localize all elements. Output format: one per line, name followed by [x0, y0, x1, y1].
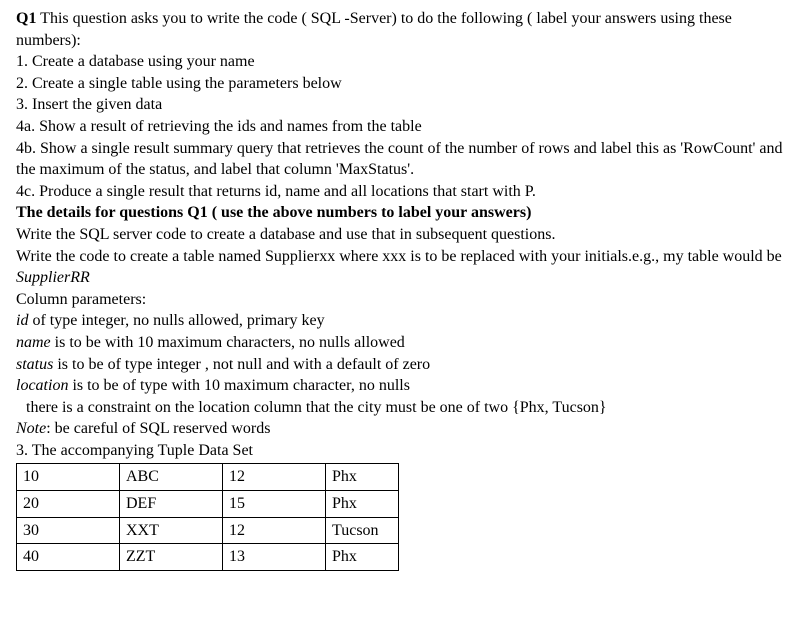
detail-line-10: 3. The accompanying Tuple Data Set — [16, 440, 792, 462]
details-heading: The details for questions Q1 ( use the a… — [16, 202, 792, 224]
table-row: 10 ABC 12 Phx — [17, 464, 399, 491]
cell-id: 40 — [17, 544, 120, 571]
detail-line-9: Note: be careful of SQL reserved words — [16, 418, 792, 440]
note-label: Note — [16, 420, 46, 437]
cell-id: 20 — [17, 491, 120, 518]
col-name-desc: is to be with 10 maximum characters, no … — [51, 334, 405, 351]
cell-id: 30 — [17, 517, 120, 544]
col-status-desc: is to be of type integer , not null and … — [53, 356, 430, 373]
cell-status: 12 — [223, 464, 326, 491]
cell-location: Phx — [326, 491, 399, 518]
tuple-data-table: 10 ABC 12 Phx 20 DEF 15 Phx 30 XXT 12 Tu… — [16, 463, 399, 570]
detail-line-3: Column parameters: — [16, 289, 792, 311]
table-row: 30 XXT 12 Tucson — [17, 517, 399, 544]
col-id: id — [16, 312, 28, 329]
q1-intro-line: Q1 This question asks you to write the c… — [16, 8, 792, 51]
cell-location: Tucson — [326, 517, 399, 544]
item-1: 1. Create a database using your name — [16, 51, 792, 73]
item-4a: 4a. Show a result of retrieving the ids … — [16, 116, 792, 138]
detail-line-7: location is to be of type with 10 maximu… — [16, 375, 792, 397]
item-3: 3. Insert the given data — [16, 94, 792, 116]
detail-line-5: name is to be with 10 maximum characters… — [16, 332, 792, 354]
cell-status: 15 — [223, 491, 326, 518]
cell-name: XXT — [120, 517, 223, 544]
q1-label: Q1 — [16, 10, 36, 27]
cell-id: 10 — [17, 464, 120, 491]
col-location-desc: is to be of type with 10 maximum charact… — [68, 377, 410, 394]
table-row: 20 DEF 15 Phx — [17, 491, 399, 518]
detail-line-4: id of type integer, no nulls allowed, pr… — [16, 310, 792, 332]
item-4c: 4c. Produce a single result that returns… — [16, 181, 792, 203]
detail-line-8: there is a constraint on the location co… — [16, 397, 792, 419]
note-text: : be careful of SQL reserved words — [46, 420, 270, 437]
col-id-desc: of type integer, no nulls allowed, prima… — [28, 312, 324, 329]
q1-intro-text: This question asks you to write the code… — [16, 10, 732, 49]
item-2: 2. Create a single table using the param… — [16, 73, 792, 95]
cell-name: ABC — [120, 464, 223, 491]
cell-location: Phx — [326, 464, 399, 491]
cell-status: 12 — [223, 517, 326, 544]
col-location: location — [16, 377, 68, 394]
cell-status: 13 — [223, 544, 326, 571]
question-block: Q1 This question asks you to write the c… — [16, 8, 792, 571]
detail-line-2a: Write the code to create a table named S… — [16, 248, 782, 265]
cell-name: ZZT — [120, 544, 223, 571]
cell-name: DEF — [120, 491, 223, 518]
cell-location: Phx — [326, 544, 399, 571]
table-row: 40 ZZT 13 Phx — [17, 544, 399, 571]
detail-line-1: Write the SQL server code to create a da… — [16, 224, 792, 246]
col-status: status — [16, 356, 53, 373]
col-name: name — [16, 334, 51, 351]
item-4b: 4b. Show a single result summary query t… — [16, 138, 792, 181]
detail-line-2b: SupplierRR — [16, 269, 90, 286]
detail-line-2: Write the code to create a table named S… — [16, 246, 792, 289]
detail-line-6: status is to be of type integer , not nu… — [16, 354, 792, 376]
